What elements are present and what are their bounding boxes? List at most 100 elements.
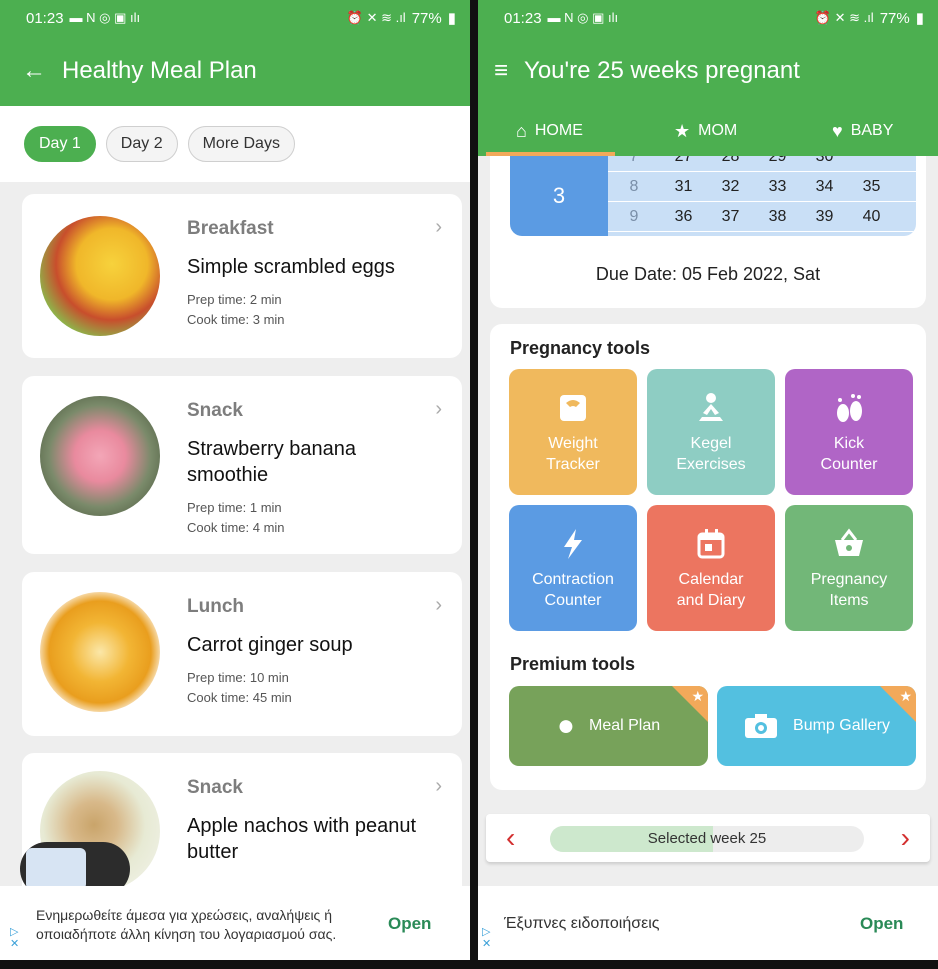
prep-time: Prep time: 2 min bbox=[187, 292, 282, 307]
prep-time: Prep time: 10 min bbox=[187, 670, 289, 685]
star-icon: ★ bbox=[691, 688, 704, 704]
more-days-chip[interactable]: More Days bbox=[187, 126, 295, 162]
week-calendar: 3 7 27 28 29 30 8 31 32 33 34 35 9 36 37 38 39 40 bbox=[510, 156, 916, 236]
meal-name: Strawberry banana smoothie bbox=[187, 438, 356, 486]
tab-baby[interactable]: ♥ BABY bbox=[832, 106, 893, 156]
calendar-row: 9 36 37 38 39 40 bbox=[608, 202, 916, 232]
tool-label: Kegel bbox=[690, 435, 732, 452]
chevron-right-icon: › bbox=[435, 216, 442, 238]
tool-label: Contraction bbox=[532, 571, 614, 588]
kegel-exercises-tile[interactable]: Kegel Exercises bbox=[647, 369, 775, 495]
tool-label: Counter bbox=[544, 592, 602, 609]
tool-label: Weight bbox=[548, 435, 598, 452]
ad-open-button[interactable]: Open bbox=[860, 914, 903, 934]
meal-category: Breakfast bbox=[187, 218, 274, 239]
meal-name: Simple scrambled eggs bbox=[187, 256, 395, 278]
chevron-right-icon: › bbox=[435, 398, 442, 420]
meal-name: Apple nachos with peanut butter bbox=[187, 815, 417, 863]
heart-icon: ♥ bbox=[832, 120, 843, 141]
status-bar: 01:23 ▬ N ◎ ▣ ılı ⏰ ✕ ≋ .ıl 77% ▮ bbox=[478, 0, 938, 36]
ad-banner[interactable]: Έξυπνες ειδοποιήσεις Open ▷ ✕ bbox=[478, 886, 938, 966]
notification-icons: ▬ N ◎ ▣ ılı bbox=[547, 10, 619, 25]
tool-label: and Diary bbox=[676, 592, 746, 609]
meal-plan-screen: 01:23 ▬ N ◎ ▣ ılı ⏰ ✕ ≋ .ıl 77% ▮ ← Healthy… bbox=[0, 0, 470, 969]
week-cell[interactable]: 39 bbox=[801, 208, 848, 226]
pregnancy-home-screen: 01:23 ▬ N ◎ ▣ ılı ⏰ ✕ ≋ .ıl 77% ▮ ≡ You're … bbox=[478, 0, 938, 969]
weight-tracker-tile[interactable]: Weight Tracker bbox=[509, 369, 637, 495]
week-cell[interactable]: 38 bbox=[754, 208, 801, 226]
meal-card-breakfast[interactable]: Breakfast Simple scrambled eggs Prep tim… bbox=[22, 194, 462, 358]
week-cell[interactable]: 33 bbox=[754, 178, 801, 196]
week-selector: ‹ Selected week 25 › bbox=[486, 814, 930, 862]
week-cell[interactable]: 34 bbox=[801, 178, 848, 196]
lightning-icon bbox=[564, 529, 582, 559]
tab-label: BABY bbox=[850, 122, 894, 139]
week-cell[interactable]: 29 bbox=[754, 156, 801, 166]
meditation-icon bbox=[699, 393, 723, 421]
back-arrow-icon[interactable]: ← bbox=[22, 57, 46, 85]
battery-level: 77% bbox=[411, 9, 442, 27]
week-number: 7 bbox=[629, 156, 639, 165]
prep-time: Prep time: 1 min bbox=[187, 500, 282, 515]
star-icon: ★ bbox=[674, 120, 691, 141]
app-thumbnail bbox=[26, 848, 86, 890]
week-cell[interactable]: 36 bbox=[660, 208, 707, 226]
scrambled-eggs-photo bbox=[40, 216, 160, 336]
signal-icons: ⏰ ✕ ≋ .ıl bbox=[346, 10, 406, 25]
previous-week-chevron-icon[interactable]: ‹ bbox=[506, 822, 515, 854]
chevron-right-icon: › bbox=[435, 775, 442, 797]
ad-choices-icon[interactable]: ▷ ✕ bbox=[482, 926, 491, 950]
ad-open-button[interactable]: Open bbox=[388, 914, 431, 934]
menu-icon[interactable]: ≡ bbox=[494, 57, 508, 85]
calendar-diary-tile[interactable]: Calendar and Diary bbox=[647, 505, 775, 631]
week-cell[interactable]: 37 bbox=[707, 208, 754, 226]
premium-label: Meal Plan bbox=[588, 717, 661, 734]
bump-gallery-tile[interactable]: Bump Gallery ★ bbox=[717, 686, 916, 766]
tool-label: Items bbox=[829, 592, 869, 609]
week-number: 9 bbox=[629, 207, 639, 225]
next-week-chevron-icon[interactable]: › bbox=[901, 822, 910, 854]
ad-banner[interactable]: Ενημερωθείτε άμεσα για χρεώσεις, αναλήψε… bbox=[0, 886, 470, 966]
footprint-icon bbox=[837, 394, 862, 422]
tab-mom[interactable]: ★ MOM bbox=[674, 106, 737, 156]
pregnancy-items-tile[interactable]: Pregnancy Items bbox=[785, 505, 913, 631]
week-progress-track[interactable]: Selected week 25 bbox=[550, 826, 864, 852]
kick-counter-tile[interactable]: Kick Counter bbox=[785, 369, 913, 495]
week-cell[interactable]: 28 bbox=[707, 156, 754, 166]
day-selector: Day 1 Day 2 More Days bbox=[0, 106, 470, 182]
notification-icons: ▬ N ◎ ▣ ılı bbox=[69, 10, 141, 25]
calendar-row: 8 31 32 33 34 35 bbox=[608, 172, 916, 202]
app-bar: ≡ You're 25 weeks pregnant bbox=[478, 36, 938, 106]
week-cell[interactable]: 32 bbox=[707, 178, 754, 196]
star-icon: ★ bbox=[899, 688, 912, 704]
meal-plan-tile[interactable]: ● Meal Plan ★ bbox=[509, 686, 708, 766]
camera-icon bbox=[745, 714, 778, 738]
week-cell[interactable]: 27 bbox=[660, 156, 707, 166]
premium-tools-heading: Premium tools bbox=[510, 654, 636, 674]
clock: 01:23 bbox=[26, 9, 64, 27]
tab-label: HOME bbox=[534, 122, 583, 139]
premium-badge: ★ bbox=[672, 686, 708, 722]
page-title: You're 25 weeks pregnant bbox=[524, 57, 800, 84]
tool-label: Pregnancy bbox=[810, 571, 888, 588]
pregnancy-tools-heading: Pregnancy tools bbox=[510, 338, 651, 358]
app-bar: ← Healthy Meal Plan bbox=[0, 36, 470, 106]
week-cell[interactable]: 35 bbox=[848, 178, 895, 196]
tab-home[interactable]: ⌂ HOME bbox=[486, 106, 615, 156]
battery-icon: ▮ bbox=[447, 10, 456, 27]
month-number: 3 bbox=[510, 156, 608, 236]
week-cell[interactable]: 40 bbox=[848, 208, 895, 226]
signal-icons: ⏰ ✕ ≋ .ıl bbox=[814, 10, 874, 25]
ad-choices-icon[interactable]: ▷ ✕ bbox=[10, 926, 19, 950]
premium-label: Bump Gallery bbox=[793, 717, 890, 734]
battery-icon: ▮ bbox=[915, 10, 924, 27]
day-2-chip[interactable]: Day 2 bbox=[105, 126, 178, 162]
meal-card-lunch[interactable]: Lunch Carrot ginger soup Prep time: 10 m… bbox=[22, 572, 462, 736]
meal-card-snack[interactable]: Snack Strawberry banana smoothie Prep ti… bbox=[22, 376, 462, 554]
day-1-chip[interactable]: Day 1 bbox=[24, 126, 96, 162]
home-icon: ⌂ bbox=[516, 120, 527, 141]
nav-bar bbox=[0, 960, 470, 969]
week-cell[interactable]: 30 bbox=[801, 156, 848, 166]
contraction-counter-tile[interactable]: Contraction Counter bbox=[509, 505, 637, 631]
week-cell[interactable]: 31 bbox=[660, 178, 707, 196]
